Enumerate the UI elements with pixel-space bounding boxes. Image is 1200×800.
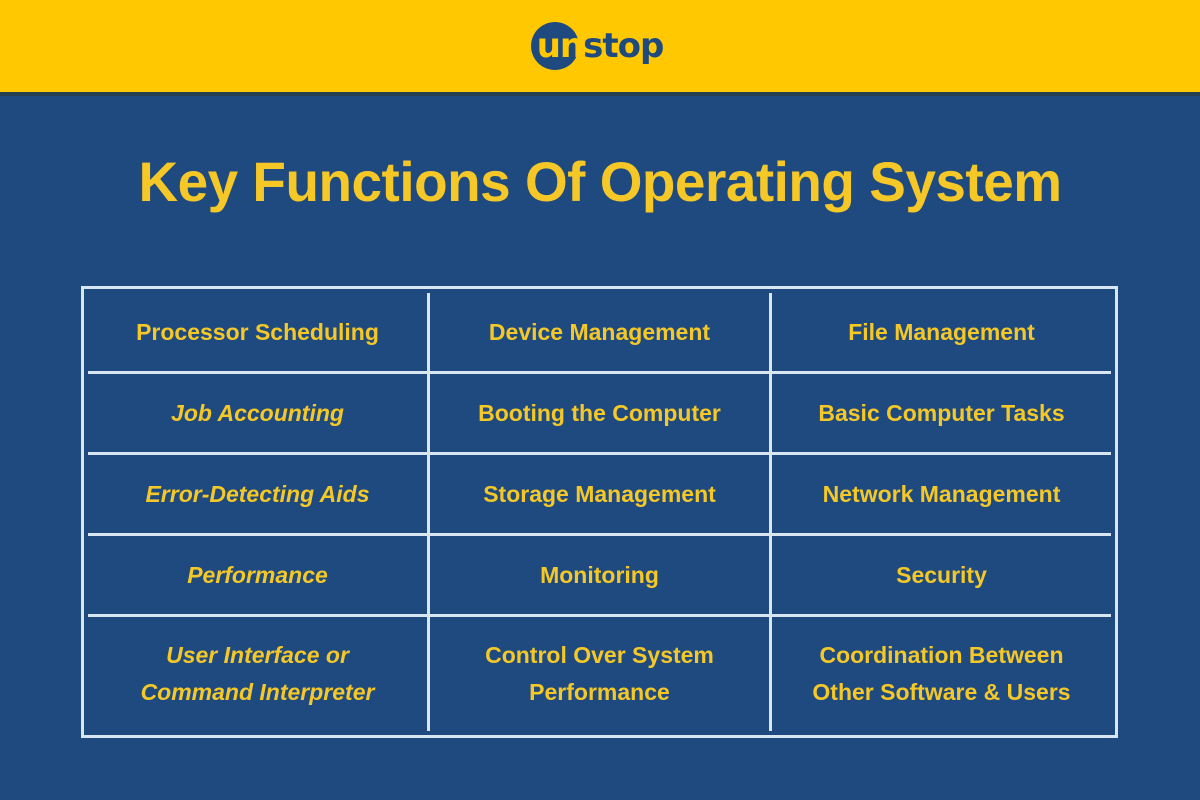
table-cell: Device Management bbox=[430, 293, 769, 371]
table-cell: Security bbox=[772, 536, 1111, 614]
logo-un-text: un bbox=[536, 26, 584, 66]
page-root: unstop Key Functions Of Operating System… bbox=[0, 0, 1200, 800]
table-cell: Job Accounting bbox=[88, 374, 427, 452]
logo-wordmark: unstop bbox=[536, 23, 665, 69]
page-title: Key Functions Of Operating System bbox=[138, 150, 1062, 213]
table-cell: Processor Scheduling bbox=[88, 293, 427, 371]
table-cell: Network Management bbox=[772, 455, 1111, 533]
logo-stop-text: stop bbox=[583, 26, 664, 66]
brand-bar-underline bbox=[0, 92, 1200, 96]
table-cell: Monitoring bbox=[430, 536, 769, 614]
table-cell: Booting the Computer bbox=[430, 374, 769, 452]
table-cell: User Interface or Command Interpreter bbox=[88, 617, 427, 731]
table-cell: Performance bbox=[88, 536, 427, 614]
functions-table: Processor Scheduling Device Management F… bbox=[81, 286, 1118, 738]
table-cell: File Management bbox=[772, 293, 1111, 371]
unstop-logo[interactable]: unstop bbox=[530, 22, 665, 70]
brand-bar: unstop bbox=[0, 0, 1200, 92]
table-cell: Basic Computer Tasks bbox=[772, 374, 1111, 452]
table-cell: Control Over System Performance bbox=[430, 617, 769, 731]
table-cell: Coordination Between Other Software & Us… bbox=[772, 617, 1111, 731]
table-cell: Storage Management bbox=[430, 455, 769, 533]
table-cell: Error-Detecting Aids bbox=[88, 455, 427, 533]
functions-grid: Processor Scheduling Device Management F… bbox=[88, 293, 1111, 731]
